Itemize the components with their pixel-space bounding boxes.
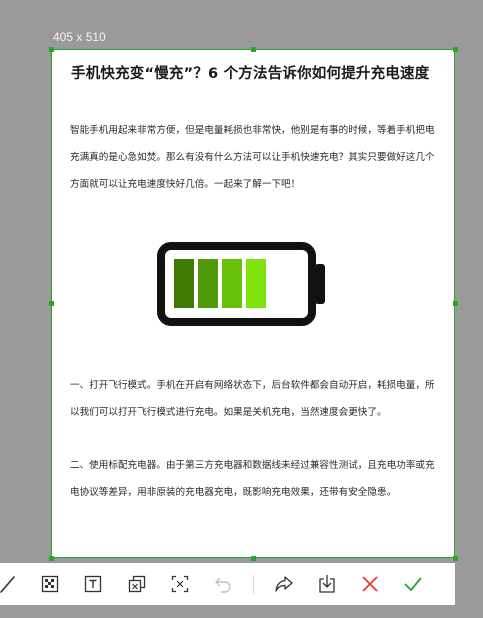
text-icon (84, 575, 102, 593)
mosaic-icon (41, 575, 59, 593)
article-paragraph-1: 一、打开飞行模式。手机在开启有网络状态下，后台软件都会自动开启，耗损电量，所以我… (70, 380, 435, 418)
article-title: 手机快充变“慢充”？6 个方法告诉你如何提升充电速度 (71, 66, 430, 82)
resize-handle-top-left[interactable] (49, 47, 54, 52)
article-paragraph-2: 二、使用标配充电器。由于第三方充电器和数据线未经过兼容性测试，且充电功率或充电协… (70, 460, 435, 498)
copy-icon (128, 575, 146, 593)
battery-bar-1 (174, 259, 194, 308)
check-icon (404, 577, 422, 592)
mosaic-tool[interactable] (39, 573, 61, 595)
battery-bar-4 (246, 259, 266, 308)
undo-icon (215, 577, 231, 593)
resize-handle-bottom[interactable] (251, 556, 256, 561)
resize-handle-bottom-left[interactable] (49, 556, 54, 561)
confirm-tool[interactable] (402, 573, 424, 595)
article-intro: 智能手机用起来非常方便，但是电量耗损也非常快，他别是有事的时候，等着手机把电充满… (70, 125, 435, 190)
battery-icon (157, 242, 325, 326)
share-tool[interactable] (273, 573, 295, 595)
resize-handle-bottom-right[interactable] (453, 556, 458, 561)
cancel-tool[interactable] (359, 573, 381, 595)
pen-icon (0, 576, 15, 593)
download-icon (319, 575, 335, 593)
resize-handle-left[interactable] (49, 301, 54, 306)
copy-tool[interactable] (126, 573, 148, 595)
share-icon (275, 576, 293, 592)
capture-region[interactable]: 手机快充变“慢充”？6 个方法告诉你如何提升充电速度 智能手机用起来非常方便，但… (51, 49, 455, 558)
size-label: 405 x 510 (53, 30, 106, 44)
save-tool[interactable] (316, 573, 338, 595)
resize-handle-top-right[interactable] (453, 47, 458, 52)
pen-tool[interactable] (0, 573, 22, 595)
text-tool[interactable] (82, 573, 104, 595)
resize-handle-right[interactable] (453, 301, 458, 306)
close-icon (362, 576, 378, 592)
resize-handle-top[interactable] (251, 47, 256, 52)
screenshot-toolbar (0, 563, 455, 605)
battery-bar-2 (198, 259, 218, 308)
scan-icon (171, 575, 189, 593)
recognize-tool[interactable] (169, 573, 191, 595)
battery-bar-3 (222, 259, 242, 308)
undo-tool[interactable] (212, 573, 234, 595)
toolbar-separator (253, 575, 254, 594)
